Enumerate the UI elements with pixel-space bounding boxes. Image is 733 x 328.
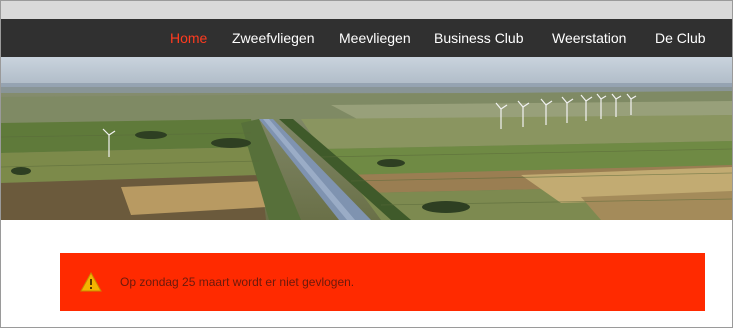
alert-message: Op zondag 25 maart wordt er niet gevloge… <box>120 275 355 289</box>
nav-home[interactable]: Home <box>170 19 207 57</box>
aerial-landscape-image <box>1 57 732 220</box>
nav-weerstation[interactable]: Weerstation <box>552 19 626 57</box>
warning-icon <box>80 272 102 292</box>
nav-zweefvliegen[interactable]: Zweefvliegen <box>232 19 315 57</box>
main-navigation: Home Zweefvliegen Meevliegen Business Cl… <box>1 19 732 57</box>
nav-de-club[interactable]: De Club <box>655 19 706 57</box>
alert-banner: Op zondag 25 maart wordt er niet gevloge… <box>60 253 705 311</box>
browser-frame: Home Zweefvliegen Meevliegen Business Cl… <box>0 0 733 328</box>
nav-business-club[interactable]: Business Club <box>434 19 524 57</box>
nav-meevliegen[interactable]: Meevliegen <box>339 19 411 57</box>
header-banner-image <box>1 57 732 220</box>
top-strip <box>1 1 732 19</box>
